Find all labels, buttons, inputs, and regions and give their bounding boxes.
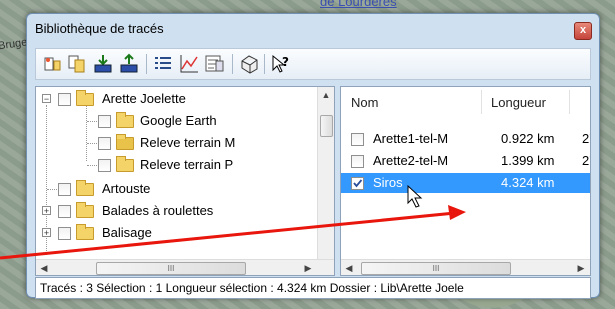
- track-library-window: Bibliothèque de tracés x ? − Arette Joel…: [26, 13, 600, 299]
- tree-vertical-scrollbar[interactable]: ▲: [317, 87, 334, 259]
- row-name: Arette1-tel-M: [373, 131, 449, 146]
- tree-item-label: Balades à roulettes: [102, 203, 214, 218]
- tree-checkbox[interactable]: [98, 159, 111, 172]
- folder-icon: [76, 90, 94, 106]
- tree-hscroll-thumb[interactable]: III: [96, 262, 246, 275]
- column-divider[interactable]: [481, 90, 482, 114]
- close-icon: x: [579, 24, 587, 36]
- scroll-right-arrow-icon[interactable]: ▶: [573, 260, 589, 275]
- row-name: Arette2-tel-M: [373, 153, 449, 168]
- close-button[interactable]: x: [574, 22, 592, 40]
- folder-icon: [116, 112, 134, 128]
- new-track-icon[interactable]: [42, 53, 64, 75]
- tree-horizontal-scrollbar[interactable]: ◀ III ▶: [36, 259, 334, 275]
- window-title: Bibliothèque de tracés: [35, 21, 164, 36]
- toolbar: ?: [35, 48, 591, 80]
- tree-checkbox[interactable]: [98, 137, 111, 150]
- list-row-arette1[interactable]: Arette1-tel-M 0.922 km 27: [341, 129, 590, 149]
- list-horizontal-scrollbar[interactable]: ◀ III ▶: [341, 259, 590, 275]
- scroll-up-arrow-icon[interactable]: ▲: [318, 87, 334, 103]
- row-length: 1.399 km: [501, 153, 555, 168]
- 3d-view-icon[interactable]: [238, 53, 260, 75]
- column-header-length[interactable]: Longueur: [491, 95, 546, 110]
- checkmark-icon: [353, 179, 363, 188]
- folder-icon: [76, 202, 94, 218]
- toolbar-separator: [232, 54, 233, 74]
- row-name: Siros: [373, 175, 403, 190]
- row-extra: 27: [582, 131, 590, 146]
- folder-icon: [76, 224, 94, 240]
- map-place-label: de Lourderes: [320, 0, 397, 9]
- tree-checkbox[interactable]: [98, 115, 111, 128]
- tree-scroll-thumb[interactable]: [320, 115, 333, 137]
- tree-item-label: Google Earth: [140, 113, 217, 128]
- list-row-siros[interactable]: Siros 4.324 km: [341, 173, 590, 193]
- row-checkbox[interactable]: [351, 133, 364, 146]
- toolbar-separator: [146, 54, 147, 74]
- row-length: 4.324 km: [501, 175, 555, 190]
- scroll-left-arrow-icon[interactable]: ◀: [341, 260, 357, 275]
- column-divider[interactable]: [569, 90, 570, 114]
- copy-track-icon[interactable]: [66, 53, 88, 75]
- properties-icon[interactable]: [204, 53, 226, 75]
- profile-chart-icon[interactable]: [178, 53, 200, 75]
- scroll-right-arrow-icon[interactable]: ▶: [300, 260, 316, 275]
- folder-icon: [76, 180, 94, 196]
- tree-item-label: Arette Joelette: [102, 91, 186, 106]
- tree-item-label: Releve terrain P: [140, 157, 234, 172]
- list-hscroll-thumb[interactable]: III: [361, 262, 511, 275]
- folder-icon: [116, 156, 134, 172]
- expand-icon[interactable]: +: [42, 206, 51, 216]
- mouse-cursor-icon: [407, 185, 423, 208]
- svg-text:?: ?: [282, 55, 289, 69]
- collapse-icon[interactable]: −: [42, 94, 51, 104]
- tree-item-label: Artouste: [102, 181, 151, 196]
- scroll-left-arrow-icon[interactable]: ◀: [36, 260, 52, 275]
- list-row-arette2[interactable]: Arette2-tel-M 1.399 km 27: [341, 151, 590, 171]
- import-icon[interactable]: [92, 53, 114, 75]
- tree-item-label: Balisage: [102, 225, 152, 240]
- list-view-icon[interactable]: [152, 53, 174, 75]
- expand-icon[interactable]: +: [42, 228, 51, 238]
- tree-checkbox[interactable]: [58, 183, 71, 196]
- row-length: 0.922 km: [501, 131, 555, 146]
- export-icon[interactable]: [118, 53, 140, 75]
- tree-checkbox[interactable]: [58, 93, 71, 106]
- track-list[interactable]: Nom Longueur Arette1-tel-M 0.922 km 27 A…: [340, 86, 591, 276]
- row-checkbox[interactable]: [351, 155, 364, 168]
- status-bar: Tracés : 3 Sélection : 1 Longueur sélect…: [35, 277, 591, 299]
- title-bar[interactable]: Bibliothèque de tracés x: [27, 14, 599, 44]
- column-header-name[interactable]: Nom: [351, 95, 378, 110]
- tree-item-label: Releve terrain M: [140, 135, 236, 150]
- tree-guide: [86, 105, 87, 161]
- tree-checkbox[interactable]: [58, 227, 71, 240]
- tree-checkbox[interactable]: [58, 205, 71, 218]
- row-extra: 27: [582, 153, 590, 168]
- help-icon[interactable]: ?: [270, 53, 292, 75]
- toolbar-separator: [264, 54, 265, 74]
- open-folder-icon: [116, 134, 134, 150]
- folder-tree[interactable]: − Arette Joelette Google Earth Releve te…: [35, 86, 335, 276]
- row-checkbox-checked[interactable]: [351, 177, 364, 190]
